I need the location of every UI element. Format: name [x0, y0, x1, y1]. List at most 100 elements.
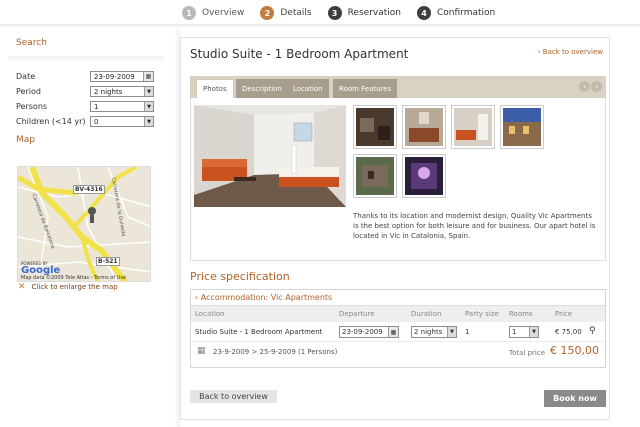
date-label: Date: [16, 72, 36, 81]
divider: [8, 56, 164, 62]
step-number: 3: [327, 6, 342, 20]
thumbnail-1[interactable]: [353, 105, 397, 149]
table-header: Location Departure Duration Party size R…: [191, 306, 605, 322]
price-spec-title: Price specification: [190, 270, 290, 283]
calendar-icon[interactable]: ▦: [143, 72, 153, 81]
enlarge-map-label: Click to enlarge the map: [31, 283, 118, 291]
children-row: Children (<14 yr) 0 ▼: [16, 115, 156, 128]
header-shadow: [0, 24, 640, 28]
duration-value: 2 nights: [414, 328, 443, 336]
arrow-left-icon[interactable]: ‹: [579, 81, 590, 92]
road-label-bv4316: BV-4316: [73, 185, 105, 194]
tab-room-features[interactable]: Room Features: [333, 79, 398, 98]
detail-panel: Studio Suite - 1 Bedroom Apartment ‹ Bac…: [180, 37, 610, 420]
summary-row: ▦ 23-9-2009 > 25-9-2009 (1 Persons) Tota…: [191, 342, 605, 360]
children-value: 0: [94, 117, 99, 126]
date-row: Date 23-09-2009 ▦: [16, 70, 156, 83]
chevron-down-icon[interactable]: ▼: [144, 87, 153, 96]
step-overview[interactable]: 1 Overview: [182, 6, 244, 20]
description-text: Thanks to its location and modernist des…: [353, 212, 596, 240]
children-label: Children (<14 yr): [16, 117, 86, 126]
thumbnail-image: [405, 157, 443, 195]
header-price: Price: [555, 310, 573, 318]
persons-value: 1: [94, 102, 99, 111]
period-row: Period 2 nights ▼: [16, 85, 156, 98]
thumbnail-image: [454, 108, 492, 146]
chevron-down-icon[interactable]: ▼: [144, 117, 153, 126]
row-price: € 75,00: [555, 328, 582, 336]
step-label: Details: [280, 8, 312, 18]
thumbnail-4[interactable]: [500, 105, 544, 149]
thumbnail-image: [503, 108, 541, 146]
arrow-right-icon[interactable]: ›: [591, 81, 602, 92]
period-label: Period: [16, 87, 41, 96]
accommodation-row[interactable]: › Accommodation: Vic Apartments: [191, 290, 605, 306]
total-price-value: € 150,00: [550, 344, 599, 357]
rooms-select[interactable]: 1 ▼: [509, 326, 539, 338]
price-table: › Accommodation: Vic Apartments Location…: [190, 289, 606, 368]
duration-select[interactable]: 2 nights ▼: [411, 326, 457, 338]
location-map[interactable]: BV-4316 B-521 Carretera de Barcelona Car…: [17, 166, 151, 282]
row-location: Studio Suite - 1 Bedroom Apartment: [195, 328, 323, 336]
enlarge-map-link[interactable]: ✕ Click to enlarge the map: [18, 282, 118, 292]
step-label: Overview: [202, 8, 245, 18]
thumbnail-3[interactable]: [451, 105, 495, 149]
thumbnail-image: [405, 108, 443, 146]
row-party-size: 1: [465, 328, 470, 336]
total-price-label: Total price: [509, 349, 545, 357]
page-title: Studio Suite - 1 Bedroom Apartment: [190, 47, 409, 61]
step-label: Confirmation: [436, 8, 496, 18]
departure-input[interactable]: 23-09-2009 ▦: [339, 326, 399, 338]
back-to-overview-link[interactable]: ‹ Back to overview: [538, 48, 603, 56]
date-range-summary: 23-9-2009 > 25-9-2009 (1 Persons): [213, 348, 338, 356]
rooms-value: 1: [512, 328, 517, 336]
main-photo[interactable]: [194, 105, 346, 207]
header-departure: Departure: [339, 310, 375, 318]
thumbnail-5[interactable]: [353, 154, 397, 198]
step-number: 1: [182, 6, 196, 20]
room-photo: [194, 105, 346, 207]
thumbnail-6[interactable]: [402, 154, 446, 198]
map-title: Map: [16, 135, 35, 145]
back-to-overview-button[interactable]: Back to overview: [190, 390, 277, 403]
progress-steps: 1 Overview 2 Details 3 Reservation 4 Con…: [182, 4, 511, 22]
magnifier-icon[interactable]: ⚲: [589, 326, 596, 336]
persons-label: Persons: [16, 102, 48, 111]
persons-select[interactable]: 1 ▼: [90, 101, 154, 112]
step-number: 2: [260, 6, 275, 20]
chevron-down-icon[interactable]: ▼: [144, 102, 153, 111]
book-now-button[interactable]: Book now: [544, 390, 606, 407]
date-input[interactable]: 23-09-2009 ▦: [90, 71, 154, 82]
persons-row: Persons 1 ▼: [16, 100, 156, 113]
tab-bar: Photos Description Location Room Feature…: [190, 76, 606, 98]
step-reservation: 3 Reservation: [327, 6, 401, 20]
thumbnail-image: [356, 108, 394, 146]
date-value: 23-09-2009: [94, 72, 135, 81]
calendar-icon[interactable]: ▦: [388, 327, 398, 337]
calendar-icon: ▦: [197, 346, 206, 356]
chevron-down-icon[interactable]: ▼: [447, 327, 456, 337]
tab-arrows: ‹ ›: [578, 81, 602, 92]
header-location: Location: [195, 310, 225, 318]
search-title: Search: [16, 38, 47, 48]
period-value: 2 nights: [94, 87, 123, 96]
expand-icon: ✕: [18, 282, 26, 292]
departure-value: 23-09-2009: [342, 328, 383, 336]
period-select[interactable]: 2 nights ▼: [90, 86, 154, 97]
header-rooms: Rooms: [509, 310, 533, 318]
tab-location[interactable]: Location: [287, 79, 329, 98]
chevron-down-icon[interactable]: ▼: [529, 327, 538, 337]
children-select[interactable]: 0 ▼: [90, 116, 154, 127]
table-row: Studio Suite - 1 Bedroom Apartment 23-09…: [191, 322, 605, 342]
thumbnail-image: [356, 157, 394, 195]
tab-description[interactable]: Description: [236, 79, 288, 98]
thumbnail-2[interactable]: [402, 105, 446, 149]
tab-photos[interactable]: Photos: [196, 79, 234, 98]
header-duration: Duration: [411, 310, 442, 318]
road-label-b521: B-521: [96, 257, 120, 266]
map-copyright[interactable]: Map data ©2009 Tele Atlas - Terms of Use: [21, 275, 126, 281]
step-details: 2 Details: [260, 6, 312, 20]
photo-gallery: Thanks to its location and modernist des…: [190, 98, 606, 261]
step-label: Reservation: [347, 8, 401, 18]
step-confirmation: 4 Confirmation: [416, 6, 496, 20]
